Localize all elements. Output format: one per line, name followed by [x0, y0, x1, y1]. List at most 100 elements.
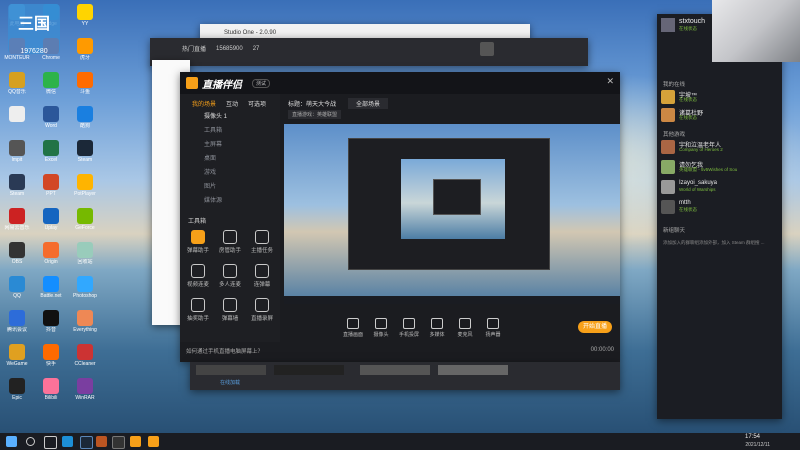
friend-row[interactable]: Izayoi_sakuya World of Warships: [661, 180, 778, 196]
desktop-icon-label: 虎牙: [79, 55, 90, 61]
desktop-icon[interactable]: Epic: [2, 378, 32, 412]
desktop-icon[interactable]: Word: [36, 106, 66, 140]
tool-button[interactable]: 视频连麦: [186, 264, 210, 288]
bottom-tool-icon: [375, 318, 387, 329]
bottom-tool-button[interactable]: 摄像头: [370, 318, 392, 338]
desktop-icon[interactable]: 腾讯会议: [2, 310, 32, 344]
desktop-icon[interactable]: Photoshop: [70, 276, 100, 310]
desktop-icon-label: Photoshop: [73, 293, 97, 299]
home-icon[interactable]: [480, 42, 494, 56]
desktop-icon-label: QQ: [13, 293, 21, 299]
desktop-icon[interactable]: WinRAR: [70, 378, 100, 412]
menu-scenes[interactable]: 我的场景: [192, 99, 216, 108]
start-stream-button[interactable]: 开始直播: [578, 321, 612, 333]
clock-time[interactable]: 17:54: [745, 434, 760, 440]
desktop-icon[interactable]: Battle.net: [36, 276, 66, 310]
room-title[interactable]: 标题：萌天大今战: [288, 99, 336, 108]
tool-icon: [223, 230, 237, 244]
desktop-icon[interactable]: PotPlayer: [70, 174, 100, 208]
tool-button[interactable]: 房管助手: [218, 230, 242, 254]
tool-button[interactable]: 主播任务: [250, 230, 274, 254]
bottom-tool-button[interactable]: 麦克风: [454, 318, 476, 338]
scene-item[interactable]: 游戏: [180, 168, 280, 178]
app-icon: [9, 174, 25, 190]
notice-bar[interactable]: 如何通过手机直播电脑屏幕上？: [186, 347, 263, 355]
menu-options[interactable]: 可选项: [248, 99, 266, 108]
stream-companion-window[interactable]: 直播伴侣 测试 ✕ 我的场景 互动 可选项 摄像头 1 工具箱 主屏幕 桌面 游戏 图片媒…: [180, 72, 620, 362]
desktop-icon[interactable]: Excel: [36, 140, 66, 174]
scene-item[interactable]: 图片: [180, 182, 280, 192]
desktop-icon[interactable]: lmpit: [2, 140, 32, 174]
search-icon[interactable]: [26, 437, 35, 446]
browser-bottom[interactable]: 在线加载: [190, 362, 620, 390]
desktop-icon[interactable]: QQ音乐: [2, 72, 32, 106]
tool-button[interactable]: 直播录屏: [250, 298, 274, 322]
friend-row[interactable]: 宇和泣温老年人 Company of Heroes 2: [661, 140, 778, 156]
tool-button[interactable]: 弹幕墙: [218, 298, 242, 322]
scene-item[interactable]: 工具箱: [180, 126, 280, 136]
desktop-icon[interactable]: Everything: [70, 310, 100, 344]
bottom-tool-button[interactable]: 多媒体: [426, 318, 448, 338]
steam-task-icon[interactable]: [80, 436, 93, 449]
scene-item[interactable]: 桌面: [180, 154, 280, 164]
friend-row[interactable]: 诸葛杜野 在线状态: [661, 108, 778, 124]
desktop-icon[interactable]: 微信: [36, 72, 66, 106]
friend-row[interactable]: 请勿乞我 英雄联盟 - 5v5Wishes of Sou: [661, 160, 778, 176]
desktop-icon[interactable]: 抖音: [36, 310, 66, 344]
desktop-icon[interactable]: Bilibili: [36, 378, 66, 412]
stream-preview[interactable]: [284, 124, 620, 304]
monteur-task-icon[interactable]: [96, 436, 107, 447]
scene-item[interactable]: 主屏幕: [180, 140, 280, 150]
game-label[interactable]: 直播游戏：英雄联盟: [288, 110, 342, 119]
app-icon: [77, 208, 93, 224]
friend-row[interactable]: 宇坡™ 在线状态: [661, 90, 778, 106]
desktop-icon[interactable]: CCleaner: [70, 344, 100, 378]
tool-button[interactable]: 多人连麦: [218, 264, 242, 288]
desktop-icon[interactable]: PPT: [36, 174, 66, 208]
edge-icon[interactable]: [62, 436, 73, 447]
desktop-icon[interactable]: GeForce: [70, 208, 100, 242]
desktop-icon[interactable]: 虎牙: [70, 38, 100, 72]
start-icon[interactable]: [6, 436, 17, 447]
desktop-icon[interactable]: 快手: [36, 344, 66, 378]
bottom-tool-button[interactable]: 手机投屏: [398, 318, 420, 338]
tool-button[interactable]: 抽奖助手: [186, 298, 210, 322]
tool-button[interactable]: 连弹幕: [250, 264, 274, 288]
app-icon: [9, 344, 25, 360]
taskview-icon[interactable]: [44, 436, 57, 449]
steam-new-group[interactable]: 新组聊天: [663, 226, 685, 234]
desktop-icon[interactable]: Steam: [2, 174, 32, 208]
desktop-icon[interactable]: WeGame: [2, 344, 32, 378]
bottom-tool-button[interactable]: 扬声器: [482, 318, 504, 338]
scene-item[interactable]: 媒体源: [180, 196, 280, 206]
desktop-icon[interactable]: YY: [70, 4, 100, 38]
scene-select[interactable]: 全部场景: [348, 98, 389, 109]
stream-task-icon[interactable]: [148, 436, 159, 447]
desktop-icon[interactable]: 网易云音乐: [2, 208, 32, 242]
tool-button[interactable]: 弹幕助手: [186, 230, 210, 254]
scene-item[interactable]: 摄像头 1: [180, 112, 280, 122]
steam-friends-panel[interactable]: stxtouch 在线状态 我的在线 其他游戏 宇坡™ 在线状态 诸葛杜野 在线状态宇…: [657, 14, 782, 419]
bottom-tool-button[interactable]: 直播画面: [342, 318, 364, 338]
tool-icon: [255, 264, 269, 278]
browser-window[interactable]: 热门直播 15685900 27: [150, 38, 588, 66]
desktop-icon[interactable]: 回收站: [70, 242, 100, 276]
desktop-icon[interactable]: Uplay: [36, 208, 66, 242]
desktop-icon-label: YY: [81, 21, 89, 27]
desktop-icon[interactable]: [2, 106, 32, 140]
obs-task-icon[interactable]: [112, 436, 125, 449]
live-task-icon[interactable]: [130, 436, 141, 447]
menu-interact[interactable]: 互动: [226, 99, 238, 108]
desktop-icon[interactable]: 酷狗: [70, 106, 100, 140]
desktop-icon[interactable]: Origin: [36, 242, 66, 276]
close-icon[interactable]: ✕: [606, 76, 614, 87]
clock-date[interactable]: 2021/12/11: [745, 442, 770, 448]
desktop-icon[interactable]: Steam: [70, 140, 100, 174]
desktop-icon[interactable]: OBS: [2, 242, 32, 276]
tool-label: 视频连麦: [186, 282, 209, 288]
friend-row[interactable]: mtth 在线状态: [661, 200, 778, 216]
app-icon: [43, 140, 59, 156]
steam-username: stxtouch: [679, 18, 706, 25]
desktop-icon[interactable]: 斗鱼: [70, 72, 100, 106]
desktop-icon[interactable]: QQ: [2, 276, 32, 310]
